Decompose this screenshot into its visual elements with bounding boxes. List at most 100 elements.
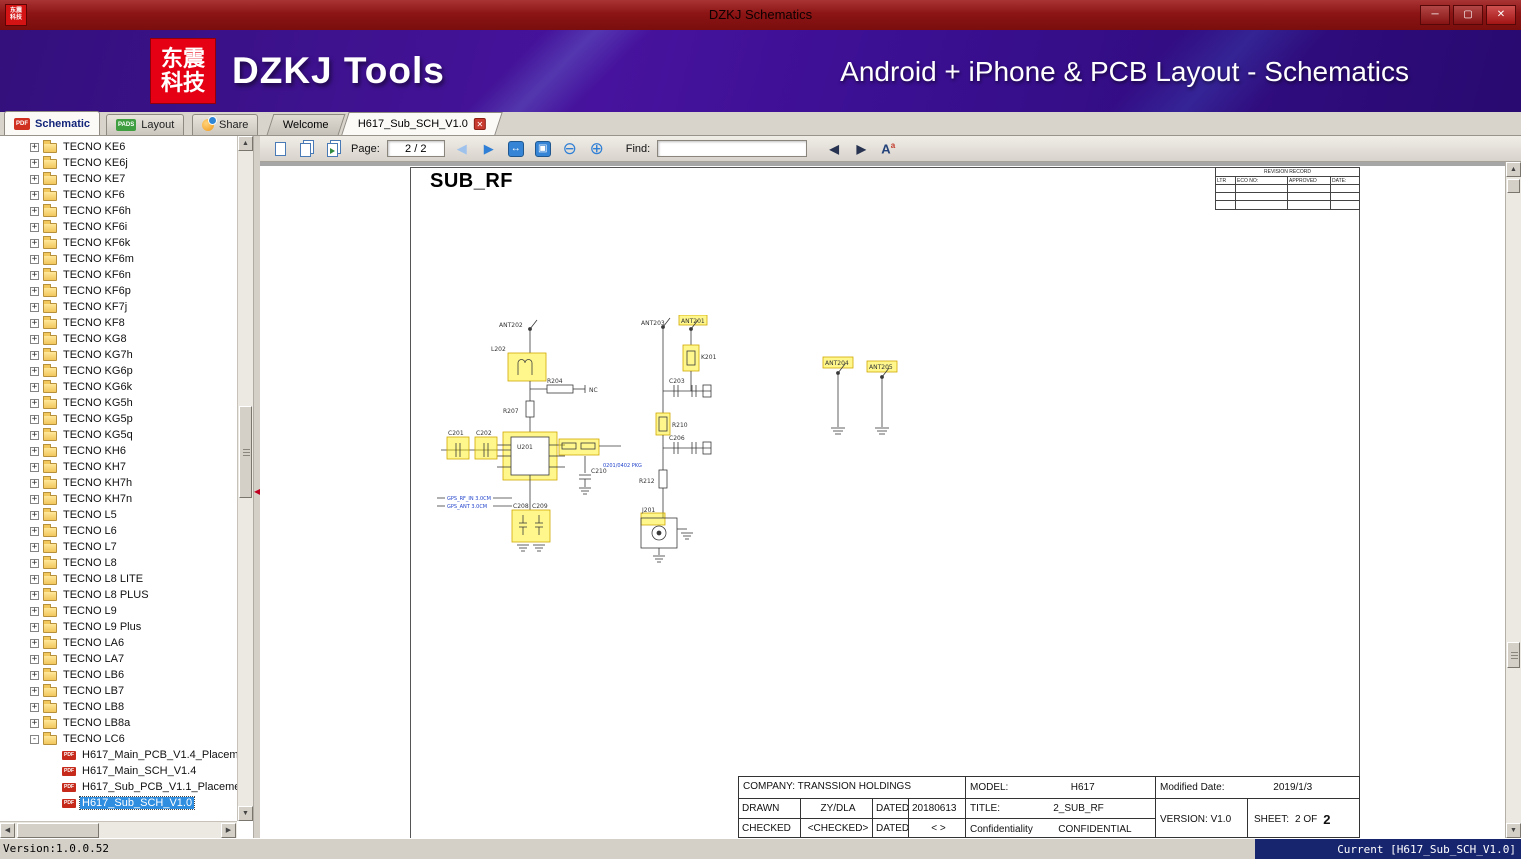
tree-expander-icon[interactable]: + [30, 590, 39, 600]
sidebar-splitter[interactable]: ◀ [253, 136, 260, 838]
page-number-input[interactable]: 2 / 2 [386, 140, 445, 157]
doc-tab-welcome[interactable]: Welcome [266, 114, 346, 135]
tree-file-row[interactable]: PDF H617_Sub_PCB_V1.1_Placeme [0, 779, 237, 795]
tree-folder-row[interactable]: + TECNO L7 [0, 539, 237, 555]
tree-folder-row[interactable]: + TECNO KF6 [0, 187, 237, 203]
tree-expander-icon[interactable]: + [30, 718, 39, 728]
tree-expander-icon[interactable]: + [30, 302, 39, 312]
pdf-scroll-down-arrow[interactable]: ▼ [1506, 823, 1521, 838]
zoom-out-button[interactable]: ⊖ [560, 139, 580, 159]
tree-folder-row[interactable]: + TECNO LB7 [0, 683, 237, 699]
tree-folder-row[interactable]: + TECNO KF6p [0, 283, 237, 299]
tree-folder-row[interactable]: + TECNO KG8 [0, 331, 237, 347]
scroll-left-arrow[interactable]: ◀ [0, 823, 15, 838]
scroll-down-arrow[interactable]: ▼ [238, 806, 253, 821]
tree-folder-row[interactable]: + TECNO KF8 [0, 315, 237, 331]
tree-folder-row[interactable]: + TECNO KG6p [0, 363, 237, 379]
doc-tab-h617-sub-sch[interactable]: H617_Sub_SCH_V1.0 ✕ [341, 112, 503, 135]
continuous-view-button[interactable] [324, 139, 344, 159]
tree-file-row[interactable]: PDF H617_Main_PCB_V1.4_Placem [0, 747, 237, 763]
tree-expander-icon[interactable]: + [30, 142, 39, 152]
tree-folder-row[interactable]: + TECNO L5 [0, 507, 237, 523]
tree-expander-icon[interactable]: + [30, 574, 39, 584]
tree-folder-row[interactable]: + TECNO KE6 [0, 139, 237, 155]
tree-expander-icon[interactable]: + [30, 190, 39, 200]
tree-folder-row[interactable]: + TECNO KF6n [0, 267, 237, 283]
close-button[interactable]: ✕ [1486, 5, 1516, 25]
scroll-up-arrow[interactable]: ▲ [238, 136, 253, 151]
tree-expander-icon[interactable]: + [30, 254, 39, 264]
tree-folder-row[interactable]: + TECNO LB8a [0, 715, 237, 731]
tree-folder-row[interactable]: + TECNO KG5q [0, 427, 237, 443]
tree-expander-icon[interactable]: + [30, 670, 39, 680]
tree-expander-icon[interactable]: + [30, 414, 39, 424]
tree-folder-row[interactable]: + TECNO L8 [0, 555, 237, 571]
tree-expander-icon[interactable]: + [30, 622, 39, 632]
tree-folder-row[interactable]: + TECNO LB8 [0, 699, 237, 715]
tree-folder-row[interactable]: + TECNO KG5p [0, 411, 237, 427]
single-page-view-button[interactable] [270, 139, 290, 159]
pdf-scroll-up-arrow[interactable]: ▲ [1506, 162, 1521, 177]
tree-folder-row[interactable]: + TECNO L8 LITE [0, 571, 237, 587]
fit-width-button[interactable]: ↔ [506, 139, 526, 159]
sidebar-scrollbar-thumb[interactable] [239, 406, 252, 498]
tree-expander-icon[interactable]: + [30, 702, 39, 712]
tree-expander-icon[interactable]: + [30, 366, 39, 376]
tree-expander-icon[interactable]: + [30, 238, 39, 248]
tree-folder-row[interactable]: + TECNO LA7 [0, 651, 237, 667]
tree-expander-icon[interactable]: + [30, 542, 39, 552]
tree-folder-row[interactable]: + TECNO KH7n [0, 491, 237, 507]
previous-page-button[interactable]: ◀ [452, 139, 472, 159]
tab-layout[interactable]: PADS Layout [106, 114, 185, 135]
zoom-in-button[interactable]: ⊕ [587, 139, 607, 159]
pdf-vertical-scrollbar[interactable]: ▲ ▼ [1505, 162, 1521, 838]
tree-folder-row[interactable]: + TECNO KG7h [0, 347, 237, 363]
tree-expander-icon[interactable]: + [30, 558, 39, 568]
tree-folder-row[interactable]: + TECNO KF6k [0, 235, 237, 251]
sidebar-vertical-scrollbar[interactable]: ▲ ▼ [237, 136, 253, 821]
tree-expander-icon[interactable]: + [30, 334, 39, 344]
tree-expander-icon[interactable]: + [30, 174, 39, 184]
tree-folder-row[interactable]: + TECNO L6 [0, 523, 237, 539]
tree-expander-icon[interactable]: + [30, 606, 39, 616]
tree-expander-icon[interactable]: + [30, 478, 39, 488]
tree-expander-icon[interactable]: + [30, 430, 39, 440]
tree-expander-icon[interactable]: + [30, 158, 39, 168]
tree-expander-icon[interactable]: + [30, 446, 39, 456]
tree-folder-row[interactable]: + TECNO KG6k [0, 379, 237, 395]
tab-schematic[interactable]: PDF Schematic [4, 111, 101, 135]
tree-expander-icon[interactable]: + [30, 654, 39, 664]
tree-expander-icon[interactable]: + [30, 510, 39, 520]
tree-folder-row[interactable]: + TECNO KF7j [0, 299, 237, 315]
doc-tab-close-icon[interactable]: ✕ [473, 118, 486, 130]
pdf-scrollbar-grip[interactable] [1507, 642, 1520, 668]
maximize-button[interactable]: ▢ [1453, 5, 1483, 25]
tree-expander-icon[interactable]: + [30, 206, 39, 216]
tree-folder-row[interactable]: + TECNO LB6 [0, 667, 237, 683]
tree-expander-icon[interactable]: + [30, 526, 39, 536]
fit-page-button[interactable]: ▣ [533, 139, 553, 159]
tree-expander-icon[interactable]: + [30, 270, 39, 280]
scroll-right-arrow[interactable]: ▶ [221, 823, 236, 838]
minimize-button[interactable]: ─ [1420, 5, 1450, 25]
tree-folder-row[interactable]: + TECNO L9 [0, 603, 237, 619]
tree-expander-icon[interactable]: + [30, 462, 39, 472]
tree-folder-row[interactable]: + TECNO KG5h [0, 395, 237, 411]
tab-share[interactable]: Share [192, 114, 259, 135]
text-size-button[interactable]: Aa [878, 139, 898, 159]
sidebar-horizontal-scrollbar[interactable]: ◀ ▶ [0, 821, 237, 838]
facing-pages-view-button[interactable] [297, 139, 317, 159]
tree-expander-icon[interactable]: + [30, 222, 39, 232]
pdf-scrollbar-thumb[interactable] [1507, 179, 1520, 193]
tree-expander-icon[interactable]: + [30, 350, 39, 360]
tree-folder-row[interactable]: + TECNO KF6h [0, 203, 237, 219]
find-next-button[interactable]: ▶ [851, 139, 871, 159]
next-page-button[interactable]: ▶ [479, 139, 499, 159]
find-input[interactable] [657, 140, 808, 157]
find-previous-button[interactable]: ◀ [824, 139, 844, 159]
tree-expander-icon[interactable]: + [30, 318, 39, 328]
tree-folder-row[interactable]: - TECNO LC6 [0, 731, 237, 747]
tree-folder-row[interactable]: + TECNO KE7 [0, 171, 237, 187]
sidebar-hscrollbar-thumb[interactable] [17, 823, 99, 838]
tree-folder-row[interactable]: + TECNO KE6j [0, 155, 237, 171]
